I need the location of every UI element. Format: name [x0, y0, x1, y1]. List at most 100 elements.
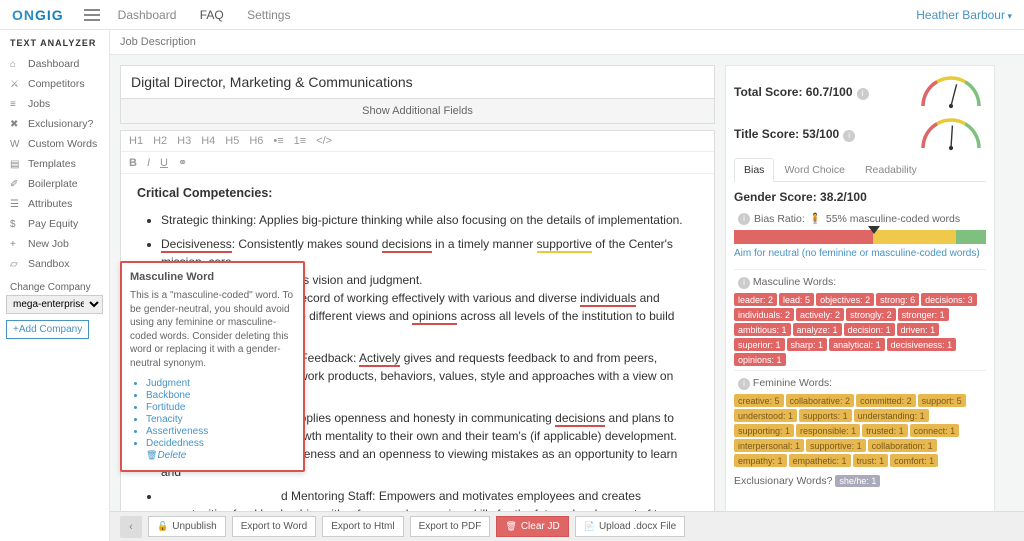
suggestion-item[interactable]: Judgment	[146, 378, 295, 389]
sidebar-item-sandbox[interactable]: ▱Sandbox	[6, 254, 103, 274]
format-code[interactable]: </>	[316, 135, 332, 147]
sidebar-item-attributes[interactable]: ☰Attributes	[6, 194, 103, 214]
nav-faq[interactable]: FAQ	[200, 8, 224, 22]
suggestion-item[interactable]: Backbone	[146, 390, 295, 401]
info-icon[interactable]: i	[738, 277, 750, 289]
logo: ONGIG	[12, 7, 64, 23]
format-h2[interactable]: H2	[153, 135, 167, 147]
nav-settings[interactable]: Settings	[247, 8, 290, 22]
word-tag[interactable]: analyze: 1	[793, 323, 842, 336]
upload-docx-button[interactable]: 📄Upload .docx File	[575, 516, 685, 537]
format-bold[interactable]: B	[129, 157, 137, 169]
suggestion-item[interactable]: Assertiveness	[146, 426, 295, 437]
word-tag[interactable]: objectives: 2	[816, 293, 874, 306]
word-tag[interactable]: understanding: 1	[854, 409, 929, 422]
hamburger-icon[interactable]	[84, 9, 100, 21]
word-tag[interactable]: creative: 5	[734, 394, 784, 407]
show-additional-fields[interactable]: Show Additional Fields	[120, 99, 715, 124]
format-h6[interactable]: H6	[249, 135, 263, 147]
word-tag[interactable]: opinions: 1	[734, 353, 786, 366]
suggestion-item[interactable]: Decidedness	[146, 438, 295, 449]
sidebar-heading: TEXT ANALYZER	[6, 38, 103, 48]
sidebar-item-dashboard[interactable]: ⌂Dashboard	[6, 54, 103, 74]
sidebar-item-pay-equity[interactable]: $Pay Equity	[6, 214, 103, 234]
format-underline[interactable]: U	[160, 157, 168, 169]
clear-jd-button[interactable]: 🗑Clear JD	[496, 516, 568, 537]
word-tag[interactable]: ambitious: 1	[734, 323, 791, 336]
unpublish-button[interactable]: 🔓Unpublish	[148, 516, 226, 537]
word-tag[interactable]: comfort: 1	[890, 454, 938, 467]
job-title[interactable]: Digital Director, Marketing & Communicat…	[120, 65, 715, 99]
bottom-toolbar: ‹ 🔓Unpublish Export to Word Export to Ht…	[110, 511, 1024, 541]
word-tag[interactable]: supporting: 1	[734, 424, 794, 437]
sidebar-item-custom-words[interactable]: WCustom Words	[6, 134, 103, 154]
word-tag[interactable]: decisiveness: 1	[887, 338, 957, 351]
word-tag[interactable]: sharp: 1	[787, 338, 828, 351]
popup-title: Masculine Word	[130, 271, 295, 283]
user-menu[interactable]: Heather Barbour	[916, 8, 1012, 22]
word-tag[interactable]: decisions: 3	[921, 293, 977, 306]
word-tag[interactable]: support: 5	[918, 394, 966, 407]
format-link[interactable]: ⚭	[178, 156, 187, 169]
word-tag[interactable]: stronger: 1	[898, 308, 949, 321]
word-tag[interactable]: supportive: 1	[806, 439, 866, 452]
word-tag[interactable]: individuals: 2	[734, 308, 794, 321]
tab-bias[interactable]: Bias	[734, 158, 774, 182]
format-h5[interactable]: H5	[225, 135, 239, 147]
word-tag[interactable]: empathetic: 1	[789, 454, 851, 467]
tab-readability[interactable]: Readability	[855, 158, 927, 181]
word-tag[interactable]: trust: 1	[853, 454, 889, 467]
title-score-gauge	[916, 116, 986, 152]
sidebar-item-templates[interactable]: ▤Templates	[6, 154, 103, 174]
sidebar-item-exclusionary[interactable]: ✖Exclusionary?	[6, 114, 103, 134]
export-word-button[interactable]: Export to Word	[232, 516, 317, 537]
format-ul[interactable]: •≡	[273, 135, 283, 147]
format-italic[interactable]: I	[147, 157, 150, 169]
format-h1[interactable]: H1	[129, 135, 143, 147]
sidebar-item-jobs[interactable]: ≡Jobs	[6, 94, 103, 114]
export-pdf-button[interactable]: Export to PDF	[410, 516, 491, 537]
word-tag[interactable]: decision: 1	[844, 323, 895, 336]
word-tag[interactable]: supports: 1	[799, 409, 852, 422]
word-tag[interactable]: strongly: 2	[846, 308, 896, 321]
word-tag[interactable]: actively: 2	[796, 308, 844, 321]
nav-dashboard[interactable]: Dashboard	[118, 8, 177, 22]
word-tag[interactable]: connect: 1	[910, 424, 960, 437]
delete-word[interactable]: Delete	[146, 450, 295, 461]
word-tag[interactable]: empathy: 1	[734, 454, 787, 467]
info-icon[interactable]: i	[738, 378, 750, 390]
aim-hint[interactable]: Aim for neutral (no feminine or masculin…	[734, 248, 986, 259]
chevron-left-icon[interactable]: ‹	[120, 516, 142, 538]
info-icon[interactable]: i	[738, 213, 750, 225]
suggestion-item[interactable]: Tenacity	[146, 414, 295, 425]
breadcrumb: Job Description	[110, 30, 1024, 55]
word-tag[interactable]: analytical: 1	[829, 338, 885, 351]
word-tag[interactable]: responsible: 1	[796, 424, 860, 437]
word-tag[interactable]: committed: 2	[856, 394, 916, 407]
word-tag[interactable]: strong: 6	[876, 293, 919, 306]
format-h3[interactable]: H3	[177, 135, 191, 147]
info-icon[interactable]: i	[843, 130, 855, 142]
sidebar-item-boilerplate[interactable]: ✐Boilerplate	[6, 174, 103, 194]
word-tag[interactable]: collaborative: 2	[786, 394, 855, 407]
format-h4[interactable]: H4	[201, 135, 215, 147]
info-icon[interactable]: i	[857, 88, 869, 100]
sidebar-item-competitors[interactable]: ⚔Competitors	[6, 74, 103, 94]
format-ol[interactable]: 1≡	[294, 135, 307, 147]
word-tag[interactable]: driven: 1	[897, 323, 940, 336]
sidebar-item-new-job[interactable]: +New Job	[6, 234, 103, 254]
tab-word-choice[interactable]: Word Choice	[774, 158, 855, 181]
word-tag[interactable]: leader: 2	[734, 293, 777, 306]
export-html-button[interactable]: Export to Html	[322, 516, 403, 537]
word-tag[interactable]: interpersonal: 1	[734, 439, 804, 452]
word-tag[interactable]: understood: 1	[734, 409, 797, 422]
add-company-button[interactable]: +Add Company	[6, 320, 89, 339]
company-select[interactable]: mega-enterprises	[6, 295, 103, 314]
word-tag[interactable]: collaboration: 1	[868, 439, 937, 452]
suggestion-item[interactable]: Fortitude	[146, 402, 295, 413]
exclusionary-tag[interactable]: she/he: 1	[835, 475, 880, 487]
word-tag[interactable]: trusted: 1	[862, 424, 908, 437]
word-tag[interactable]: superior: 1	[734, 338, 785, 351]
word-tag[interactable]: lead: 5	[779, 293, 814, 306]
sidebar: TEXT ANALYZER ⌂Dashboard ⚔Competitors ≡J…	[0, 30, 110, 541]
